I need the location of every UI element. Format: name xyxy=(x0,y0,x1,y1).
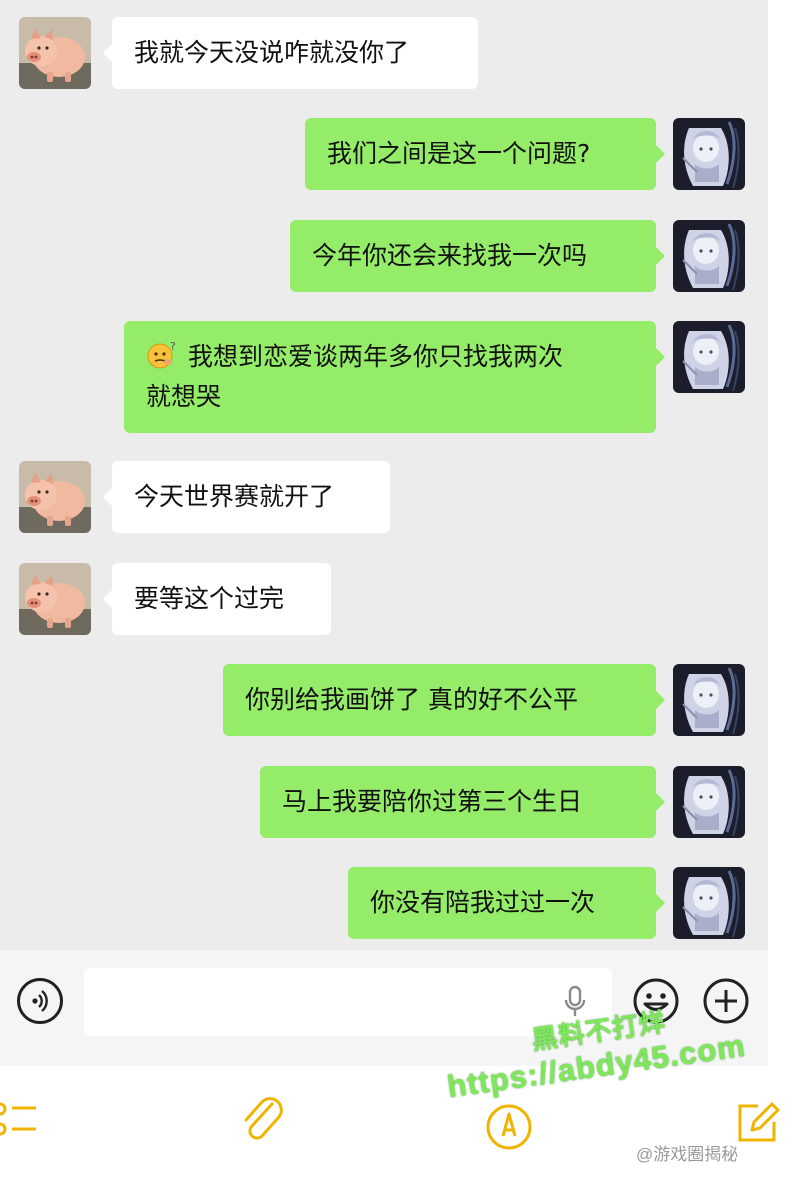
outgoing-message-bubble[interactable]: 你别给我画饼了 真的好不公平 xyxy=(223,664,665,736)
paperclip-icon xyxy=(244,1097,283,1140)
right-edge-strip xyxy=(768,0,800,1066)
message-text: 你没有陪我过过一次 xyxy=(370,888,596,917)
message-text: 你别给我画饼了 真的好不公平 xyxy=(245,685,578,714)
outgoing-message-bubble[interactable]: 你没有陪我过过一次 xyxy=(348,867,665,939)
list-button[interactable] xyxy=(0,1098,40,1146)
contact-avatar[interactable] xyxy=(19,461,91,533)
voice-button[interactable] xyxy=(17,978,63,1024)
list-icon xyxy=(0,1102,36,1136)
my-avatar[interactable] xyxy=(673,766,745,838)
outgoing-message-bubble[interactable]: 马上我要陪你过第三个生日 xyxy=(260,766,665,838)
message-list[interactable]: 我就今天没说咋就没你了 我们之间是这一个问题? 今年你还会来找我一次吗 ? 我想… xyxy=(0,0,768,950)
compose-button[interactable] xyxy=(734,1100,780,1150)
my-avatar[interactable] xyxy=(673,220,745,292)
incoming-message-bubble[interactable]: 今天世界赛就开了 xyxy=(103,461,390,533)
my-avatar[interactable] xyxy=(673,118,745,190)
outgoing-message-bubble[interactable]: 我们之间是这一个问题? xyxy=(305,118,665,190)
source-credit: @游戏圈揭秘 xyxy=(636,1145,739,1164)
message-text: 就想哭 xyxy=(146,382,222,411)
message-text: 今年你还会来找我一次吗 xyxy=(312,241,588,270)
thinking-face-emoji: ? xyxy=(146,340,180,370)
message-text: 我想到恋爱谈两年多你只找我两次 xyxy=(188,342,564,371)
contact-avatar[interactable] xyxy=(19,563,91,635)
pen-circle-icon xyxy=(486,1104,532,1150)
svg-text:?: ? xyxy=(170,340,176,353)
voice-icon xyxy=(32,990,48,1012)
edit-icon xyxy=(738,1102,780,1142)
chat-window: 我就今天没说咋就没你了 我们之间是这一个问题? 今年你还会来找我一次吗 ? 我想… xyxy=(0,0,768,1066)
outgoing-message-bubble[interactable]: ? 我想到恋爱谈两年多你只找我两次 就想哭 xyxy=(124,321,665,433)
incoming-message-bubble[interactable]: 要等这个过完 xyxy=(103,563,331,635)
attach-button[interactable] xyxy=(238,1094,286,1150)
message-text: 马上我要陪你过第三个生日 xyxy=(282,787,583,816)
incoming-message-bubble[interactable]: 我就今天没说咋就没你了 xyxy=(103,17,478,89)
my-avatar[interactable] xyxy=(673,867,745,939)
message-text: 我们之间是这一个问题? xyxy=(327,139,591,168)
contact-avatar[interactable] xyxy=(19,17,91,89)
message-text: 我就今天没说咋就没你了 xyxy=(134,38,410,67)
my-avatar[interactable] xyxy=(673,664,745,736)
outgoing-message-bubble[interactable]: 今年你还会来找我一次吗 xyxy=(290,220,665,292)
message-text: 今天世界赛就开了 xyxy=(134,482,335,511)
draw-button[interactable] xyxy=(484,1102,534,1156)
my-avatar[interactable] xyxy=(673,321,745,393)
message-text: 要等这个过完 xyxy=(134,584,285,613)
